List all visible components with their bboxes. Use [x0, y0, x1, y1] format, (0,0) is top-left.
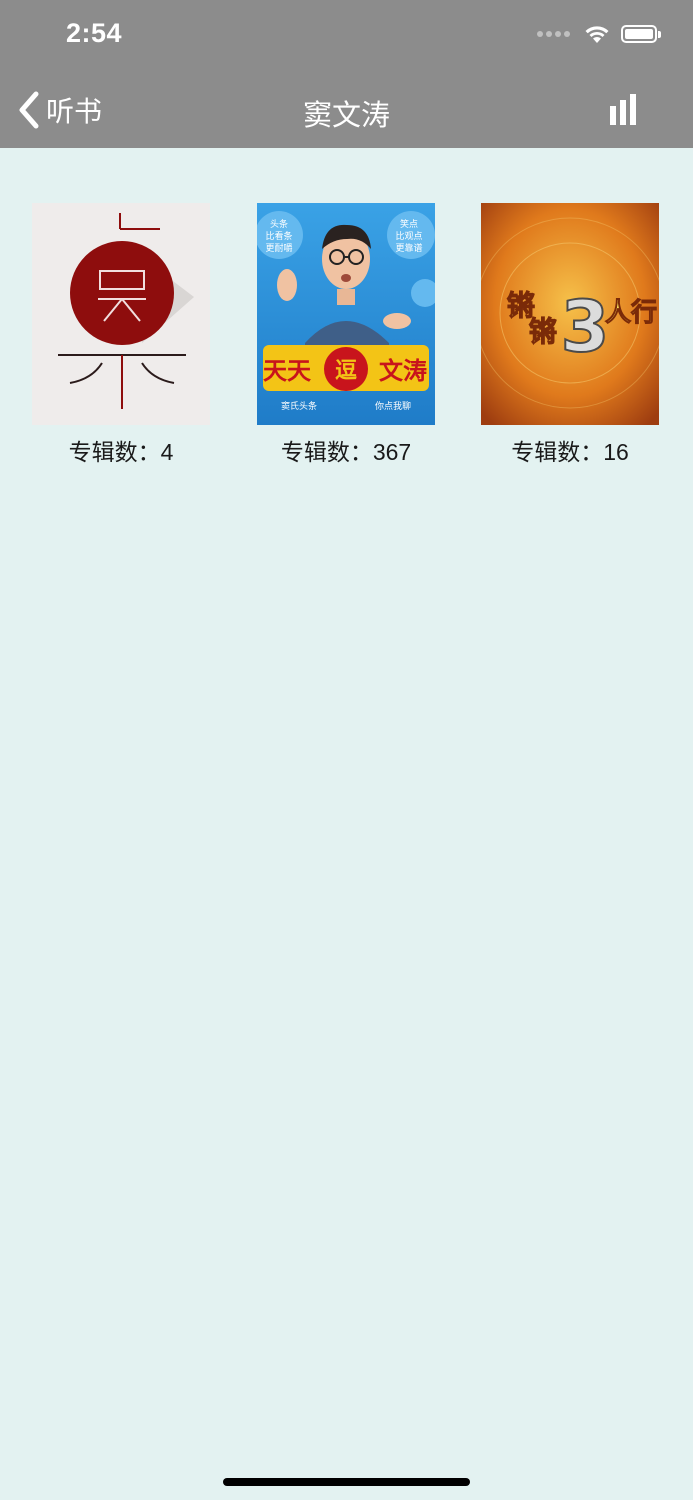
cover-tag-left: 头条	[270, 218, 288, 230]
album-card[interactable]: 锵 锵 3 人行 专辑数：16	[481, 203, 659, 465]
status-time: 2:54	[66, 18, 123, 48]
svg-text:你点我聊: 你点我聊	[375, 400, 411, 412]
battery-icon	[621, 25, 661, 43]
album-card[interactable]: 头条 比看条 更耐嚼 笑点 比观点 更靠谱 天天 逗 文涛 窦氏头条 你点我聊	[257, 203, 435, 465]
svg-text:更耐嚼: 更耐嚼	[265, 242, 292, 254]
album-cover-image: 头条 比看条 更耐嚼 笑点 比观点 更靠谱 天天 逗 文涛 窦氏头条 你点我聊	[257, 203, 435, 425]
svg-text:锵: 锵	[529, 315, 557, 348]
cover-tag-right: 笑点	[400, 218, 418, 230]
stats-button[interactable]	[609, 94, 637, 131]
bar-chart-icon	[610, 94, 636, 125]
navigation-header: 2:54 听书 窦文涛	[0, 0, 693, 148]
album-count-label: 专辑数：16	[511, 439, 629, 465]
cellular-signal-icon	[537, 31, 573, 37]
album-cover-image	[32, 203, 210, 425]
album-card[interactable]: 专辑数：4	[32, 203, 210, 465]
svg-text:天天: 天天	[263, 357, 311, 385]
svg-text:文涛: 文涛	[379, 357, 427, 385]
album-cover-image: 锵 锵 3 人行	[481, 203, 659, 425]
album-count-label: 专辑数：4	[68, 439, 174, 465]
svg-text:比看条: 比看条	[265, 230, 292, 242]
album-count-label: 专辑数：367	[280, 439, 412, 465]
svg-text:比观点: 比观点	[395, 230, 422, 242]
svg-text:更靠谱: 更靠谱	[395, 242, 422, 254]
svg-text:3: 3	[561, 286, 610, 368]
status-indicators	[537, 24, 661, 44]
svg-text:窦氏头条: 窦氏头条	[281, 400, 317, 412]
home-indicator[interactable]	[223, 1478, 470, 1486]
svg-text:人行: 人行	[605, 297, 657, 328]
wifi-icon	[585, 26, 609, 43]
page-title: 窦文涛	[302, 100, 390, 132]
svg-text:逗: 逗	[335, 359, 357, 384]
